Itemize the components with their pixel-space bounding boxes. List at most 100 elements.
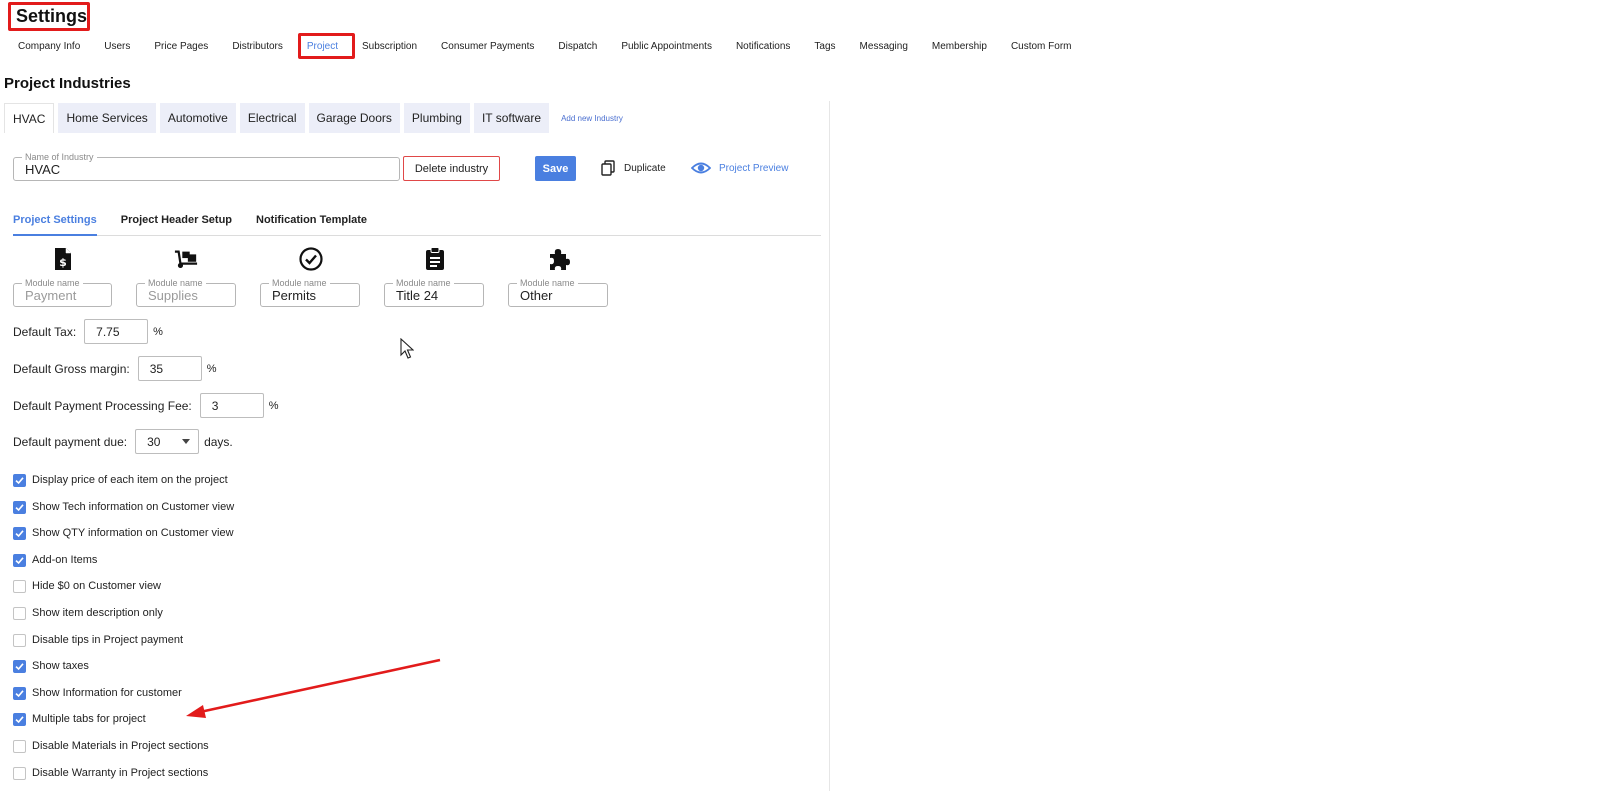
option-checkbox[interactable] [13, 606, 26, 620]
industry-name-field[interactable]: Name of Industry HVAC [13, 151, 400, 181]
option-row[interactable]: Disable Warranty in Project sections [13, 765, 208, 781]
default-tax-label: Default Tax: [13, 324, 77, 339]
industry-tab-home-services[interactable]: Home Services [58, 103, 156, 133]
industry-tab-hvac[interactable]: HVAC [4, 103, 55, 133]
option-row[interactable]: Show Information for customer [13, 685, 182, 701]
default-payment-due-row: Default payment due: 30 days. [13, 429, 233, 454]
payment-due-select[interactable]: 30 [135, 429, 200, 454]
checkmark-icon [15, 503, 24, 511]
module-title24-value: Title 24 [396, 288, 439, 303]
nav-notifications[interactable]: Notifications [724, 37, 802, 57]
nav-price-pages[interactable]: Price Pages [142, 37, 220, 57]
option-label: Show QTY information on Customer view [32, 527, 234, 539]
option-checkbox[interactable] [13, 659, 26, 673]
option-label: Hide $0 on Customer view [32, 580, 162, 592]
module-other-value: Other [520, 288, 553, 303]
option-checkbox[interactable] [13, 739, 26, 753]
module-payment-value: Payment [25, 288, 77, 303]
option-row[interactable]: Display price of each item on the projec… [13, 472, 228, 488]
default-gross-margin-input[interactable]: 35 [137, 356, 202, 381]
processing-fee-percent-unit: % [268, 399, 279, 412]
industry-tab-automotive[interactable]: Automotive [159, 103, 236, 133]
option-label: Add-on Items [32, 554, 98, 566]
default-tax-input[interactable]: 7.75 [84, 319, 149, 344]
nav-subscription[interactable]: Subscription [350, 37, 429, 57]
module-other-field[interactable]: Module name Other [508, 277, 608, 307]
checkmark-icon [15, 715, 24, 723]
project-preview-button[interactable]: Project Preview [691, 158, 788, 178]
option-row[interactable]: Show QTY information on Customer view [13, 525, 234, 541]
nav-dispatch[interactable]: Dispatch [546, 37, 609, 57]
option-row[interactable]: Disable Materials in Project sections [13, 738, 209, 754]
option-checkbox[interactable] [13, 553, 26, 567]
default-processing-fee-label: Default Payment Processing Fee: [13, 398, 192, 413]
option-checkbox[interactable] [13, 579, 26, 593]
gross-margin-percent-unit: % [206, 362, 217, 375]
clipboard-icon [423, 246, 447, 272]
project-preview-label: Project Preview [719, 162, 789, 174]
tab-project-settings[interactable]: Project Settings [13, 210, 97, 236]
option-label: Disable Warranty in Project sections [32, 767, 209, 779]
option-label: Show Tech information on Customer view [32, 501, 235, 513]
nav-tags[interactable]: Tags [802, 37, 847, 57]
nav-custom-form[interactable]: Custom Form [999, 37, 1084, 57]
nav-users[interactable]: Users [92, 37, 142, 57]
default-payment-due-label: Default payment due: [13, 434, 128, 449]
puzzle-icon [547, 246, 571, 272]
option-row[interactable]: Disable tips in Project payment [13, 632, 183, 648]
option-label: Display price of each item on the projec… [32, 474, 228, 486]
option-checkbox[interactable] [13, 473, 26, 487]
option-row[interactable]: Hide $0 on Customer view [13, 578, 161, 594]
module-supplies-field[interactable]: Module name Supplies [136, 277, 236, 307]
add-industry-link[interactable]: Add new Industry [553, 103, 631, 133]
settings-nav: Company Info Users Price Pages Distribut… [6, 37, 1084, 57]
industry-tab-it-software[interactable]: IT software [473, 103, 550, 133]
section-title: Project Industries [4, 75, 131, 92]
dolly-icon [174, 246, 198, 272]
industry-tab-plumbing[interactable]: Plumbing [403, 103, 470, 133]
nav-distributors[interactable]: Distributors [220, 37, 295, 57]
delete-industry-button[interactable]: Delete industry [403, 156, 500, 181]
mouse-cursor-icon [400, 338, 414, 359]
nav-consumer-payments[interactable]: Consumer Payments [429, 37, 546, 57]
option-checkbox[interactable] [13, 500, 26, 514]
option-checkbox[interactable] [13, 712, 26, 726]
industry-tab-garage-doors[interactable]: Garage Doors [308, 103, 400, 133]
save-button[interactable]: Save [535, 156, 576, 181]
eye-icon [691, 162, 711, 174]
duplicate-label: Duplicate [624, 162, 666, 174]
default-gross-margin-row: Default Gross margin: 35 % [13, 356, 217, 381]
default-tax-row: Default Tax: 7.75 % [13, 319, 163, 344]
page-title: Settings [16, 6, 88, 26]
option-row[interactable]: Show Tech information on Customer view [13, 499, 234, 515]
chevron-down-icon [182, 439, 191, 444]
option-row[interactable]: Multiple tabs for project [13, 711, 146, 727]
duplicate-button[interactable]: Duplicate [601, 158, 666, 178]
nav-public-appointments[interactable]: Public Appointments [609, 37, 724, 57]
option-row[interactable]: Show taxes [13, 658, 89, 674]
option-label: Disable Materials in Project sections [32, 740, 209, 752]
industry-tab-electrical[interactable]: Electrical [239, 103, 305, 133]
nav-company-info[interactable]: Company Info [6, 37, 92, 57]
default-processing-fee-input[interactable]: 3 [199, 393, 264, 418]
tab-project-header-setup[interactable]: Project Header Setup [121, 210, 232, 236]
module-permits-value: Permits [272, 288, 317, 303]
checkmark-icon [15, 689, 24, 697]
project-sub-tabs: Project Settings Project Header Setup No… [13, 210, 821, 236]
tab-notification-template[interactable]: Notification Template [256, 210, 367, 236]
option-checkbox[interactable] [13, 766, 26, 780]
module-permits-field[interactable]: Module name Permits [260, 277, 360, 307]
module-payment-field[interactable]: Module name Payment [13, 277, 112, 307]
payment-due-value: 30 [147, 434, 161, 449]
option-checkbox[interactable] [13, 633, 26, 647]
option-label: Show taxes [32, 660, 89, 672]
option-row[interactable]: Add-on Items [13, 552, 97, 568]
option-checkbox[interactable] [13, 686, 26, 700]
option-row[interactable]: Show item description only [13, 605, 163, 621]
tax-percent-unit: % [153, 325, 163, 338]
nav-membership[interactable]: Membership [920, 37, 999, 57]
module-title24-field[interactable]: Module name Title 24 [384, 277, 484, 307]
check-circle-icon [299, 246, 323, 272]
option-checkbox[interactable] [13, 526, 26, 540]
nav-messaging[interactable]: Messaging [848, 37, 920, 57]
